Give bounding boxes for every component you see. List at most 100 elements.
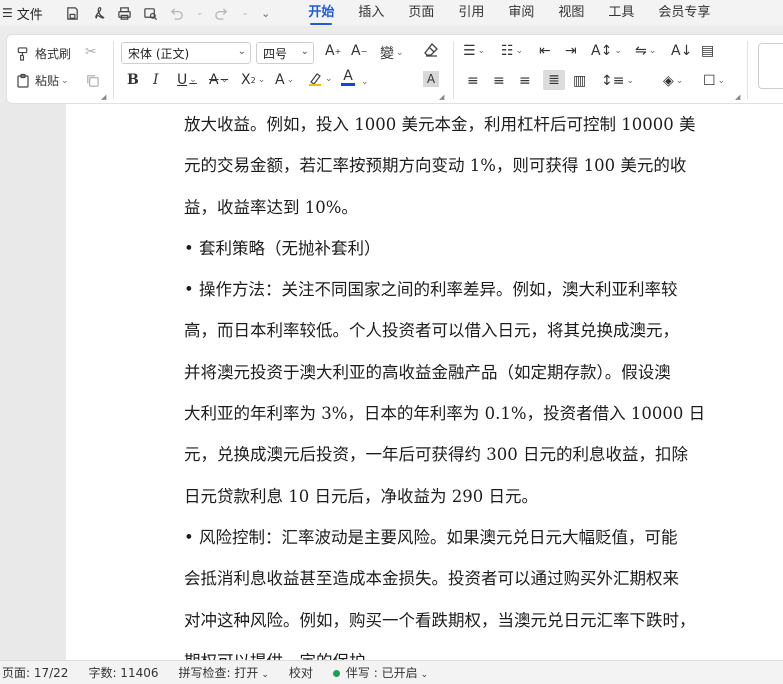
tab-references[interactable]: 引用 (446, 0, 496, 26)
page-indicator[interactable]: 页面: 17/22 (0, 664, 78, 681)
paragraph-leverage: 放大收益。例如，投入 1000 美元本金，利用杠杆后可控制 10000 美 元的… (184, 104, 740, 228)
chevron-down-icon: ⌄ (261, 670, 269, 680)
ribbon-home: 格式刷 ✂ 粘贴 ⌄ ◢ 宋体 (正文) ⌄ 四号 ⌄ A + A − 變 ⌄ B I… (6, 34, 783, 104)
ribbon-tabs: 开始 插入 页面 引用 审阅 视图 工具 会员专享 (296, 0, 722, 26)
font-size-value: 四号 (263, 46, 288, 61)
print-preview-icon[interactable] (142, 5, 158, 21)
paste-dropdown-icon[interactable]: ⌄ (61, 76, 69, 86)
document-page[interactable]: 放大收益。例如，投入 1000 美元本金，利用杠杆后可控制 10000 美 元的… (66, 104, 783, 660)
list-item: • 套利策略（无抛补套利） (184, 238, 381, 258)
chevron-down-icon: ⌄ (300, 46, 309, 57)
align-right-icon[interactable]: ≡ (519, 73, 531, 89)
border-icon[interactable]: ☐ ⌄ (703, 73, 725, 89)
italic-icon[interactable]: I (153, 72, 159, 88)
text-direction-icon[interactable]: A↕ ⌄ (591, 43, 622, 59)
text-line: 益，收益率达到 10%。 (184, 197, 358, 217)
chevron-down-icon: ⌄ (420, 670, 429, 680)
divider (453, 41, 454, 99)
more-commands-icon[interactable]: ⌄ (261, 7, 270, 20)
status-dot-icon (332, 670, 340, 677)
divider (747, 41, 748, 99)
phonetic-guide-icon[interactable]: 變 ⌄ (380, 43, 404, 63)
text-effect-icon[interactable]: A ⌄ (275, 72, 294, 88)
proofread-button[interactable]: 校对 (279, 664, 323, 681)
distributed-align-icon[interactable]: ▥ (573, 73, 586, 89)
align-center-icon[interactable]: ≡ (493, 73, 505, 89)
tab-review[interactable]: 审阅 (496, 0, 546, 26)
text-line: 期权可以提供一定的保护。 (184, 641, 740, 660)
text-line: 对冲这种风险。例如，购买一个看跌期权，当澳元兑日元汇率下跌时， (184, 610, 696, 630)
bullet-list-icon[interactable]: ☰ ⌄ (463, 43, 485, 59)
tab-view[interactable]: 视图 (546, 0, 596, 26)
clear-format-icon[interactable] (423, 42, 439, 58)
shading-icon[interactable]: ◈ ⌄ (663, 73, 683, 89)
file-menu[interactable]: ☰ 文件 (0, 4, 52, 23)
document-area: 放大收益。例如，投入 1000 美元本金，利用杠杆后可控制 10000 美 元的… (0, 104, 783, 660)
tab-insert[interactable]: 插入 (346, 0, 396, 26)
undo-dropdown-icon[interactable]: ⌄ (196, 8, 204, 18)
companion-label: 伴写 : 已开启 (345, 666, 418, 680)
font-name-select[interactable]: 宋体 (正文) ⌄ (121, 42, 251, 64)
font-size-select[interactable]: 四号 ⌄ (256, 42, 314, 64)
format-painter-button[interactable]: 格式刷 (15, 45, 71, 62)
underline-icon[interactable]: U ⌄ (177, 72, 197, 88)
text-line: 放大收益。例如，投入 1000 美元本金，利用杠杆后可控制 10000 美 (184, 115, 696, 134)
decrease-indent-icon[interactable]: ⇤ (539, 43, 551, 59)
style-gallery[interactable] (758, 43, 783, 89)
print-icon[interactable] (116, 5, 132, 21)
tab-tools[interactable]: 工具 (596, 0, 646, 26)
superscript-icon[interactable]: X 2 ⌄ (241, 72, 265, 88)
paragraph-operation: • 操作方法：关注不同国家之间的利率差异。例如，澳大利亚利率较 高，而日本利率较… (184, 269, 740, 517)
text-line: 会抵消利息收益甚至造成本金损失。投资者可以通过购买外汇期权来 (184, 569, 679, 589)
paste-label: 粘贴 (35, 74, 60, 88)
strikethrough-icon[interactable]: A ⌄ (209, 72, 228, 88)
divider (113, 41, 114, 99)
save-icon[interactable] (64, 5, 80, 21)
file-menu-label: 文件 (16, 7, 43, 23)
bold-icon[interactable]: B (127, 72, 139, 88)
sort-icon[interactable]: ⇋ ⌄ (635, 43, 656, 59)
list-item: • 风险控制：汇率波动是主要风险。如果澳元兑日元大幅贬值，可能 (184, 528, 678, 547)
format-painter-icon (17, 47, 28, 61)
paste-button[interactable]: 粘贴 ⌄ (15, 72, 69, 89)
spell-check-label: 拼写检查: 打开 (178, 666, 259, 680)
paragraph-expand-icon[interactable]: ◢ (735, 93, 740, 101)
spell-check-toggle[interactable]: 拼写检查: 打开 ⌄ (169, 664, 279, 681)
paste-icon (17, 73, 29, 88)
line-spacing-icon[interactable]: ↕≡ ⌄ (601, 73, 634, 89)
text-line: 元，兑换成澳元后投资，一年后可获得约 300 日元的利息收益，扣除 (184, 445, 688, 465)
copy-icon[interactable] (85, 73, 100, 88)
redo-icon[interactable] (214, 5, 230, 21)
font-color-dropdown-icon[interactable]: ⌄ (361, 77, 369, 87)
line-sort-icon[interactable]: A↓ (671, 43, 692, 59)
export-pdf-icon[interactable] (90, 5, 106, 21)
paragraph-arbitrage-heading: • 套利策略（无抛补套利） (184, 228, 740, 269)
text-line: 并将澳元投资于澳大利亚的高收益金融产品（如定期存款）。假设澳 (184, 362, 671, 382)
character-shading-icon[interactable]: A (423, 71, 439, 87)
text-line: 元的交易金额，若汇率按预期方向变动 1%，则可获得 100 美元的收 (184, 156, 687, 176)
undo-icon[interactable] (168, 5, 184, 21)
quick-access-toolbar: ⌄ ⌄ ⌄ (64, 5, 270, 21)
increase-font-size-icon[interactable]: A + (325, 43, 341, 59)
font-color-icon[interactable]: A (341, 69, 355, 86)
increase-indent-icon[interactable]: ⇥ (565, 43, 577, 59)
cut-icon[interactable]: ✂ (85, 44, 97, 60)
tab-home[interactable]: 开始 (296, 0, 346, 26)
decrease-font-size-icon[interactable]: A − (351, 43, 367, 59)
companion-writing-toggle[interactable]: 伴写 : 已开启 ⌄ (323, 664, 438, 681)
list-item: • 操作方法：关注不同国家之间的利率差异。例如，澳大利亚利率较 (184, 280, 678, 300)
chevron-down-icon: ⌄ (237, 46, 246, 57)
font-expand-icon[interactable]: ◢ (439, 93, 444, 101)
show-marks-icon[interactable]: ▤ (701, 43, 714, 59)
paragraph-risk-control: • 风险控制：汇率波动是主要风险。如果澳元兑日元大幅贬值，可能 会抵消利息收益甚… (184, 517, 740, 660)
clipboard-expand-icon[interactable]: ◢ (101, 93, 106, 101)
word-count[interactable]: 字数: 11406 (78, 664, 168, 681)
status-bar: 页面: 17/22 字数: 11406 拼写检查: 打开 ⌄ 校对 伴写 : 已开… (0, 660, 783, 684)
numbered-list-icon[interactable]: ☷ ⌄ (501, 43, 523, 59)
tab-member[interactable]: 会员专享 (646, 0, 722, 26)
tab-page[interactable]: 页面 (396, 0, 446, 26)
highlight-icon[interactable]: ⌄ (307, 71, 333, 87)
align-left-icon[interactable]: ≡ (467, 73, 479, 89)
justify-icon[interactable]: ≣ (543, 70, 565, 90)
redo-dropdown-icon[interactable]: ⌄ (242, 8, 250, 18)
